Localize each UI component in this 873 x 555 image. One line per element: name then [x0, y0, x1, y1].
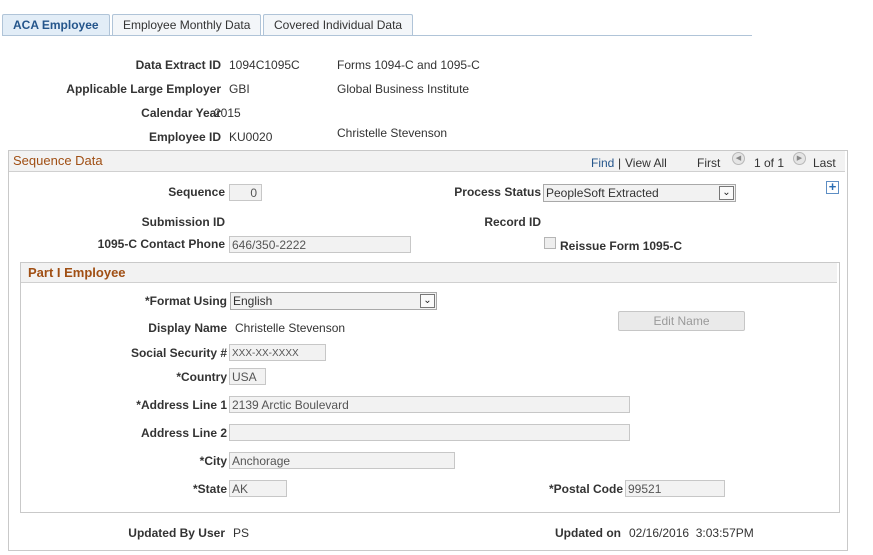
country-label: *Country — [176, 370, 227, 384]
postal-code-input[interactable]: 99521 — [625, 480, 725, 497]
find-link[interactable]: Find — [591, 156, 614, 170]
employee-name: Christelle Stevenson — [337, 126, 448, 140]
address1-input[interactable]: 2139 Arctic Boulevard — [229, 396, 630, 413]
country-input[interactable]: USA — [229, 368, 266, 385]
process-status-value: PeopleSoft Extracted — [546, 186, 659, 200]
tab-covered-individual-data[interactable]: Covered Individual Data — [263, 14, 414, 36]
city-label: *City — [199, 454, 227, 468]
address2-input[interactable] — [229, 424, 630, 441]
postal-code-label: *Postal Code — [548, 482, 623, 496]
ssn-label: Social Security # — [130, 346, 227, 360]
sequence-label: Sequence — [168, 185, 225, 199]
view-all-link[interactable]: View All — [625, 156, 667, 170]
calendar-year-label: Calendar Year — [141, 106, 221, 120]
updated-by-label: Updated By User — [128, 526, 225, 540]
updated-by-value: PS — [233, 526, 250, 540]
ale-description: Global Business Institute — [337, 82, 470, 96]
data-extract-id-value: 1094C1095C — [229, 58, 300, 72]
ssn-input[interactable]: XXX-XX-XXXX — [229, 344, 326, 361]
submission-id-label: Submission ID — [141, 215, 225, 229]
contact-phone-input[interactable]: 646/350-2222 — [229, 236, 411, 253]
arrow-right-icon[interactable]: ▶ — [793, 152, 806, 165]
format-using-select[interactable]: English ⌄ — [230, 292, 437, 310]
address1-label: *Address Line 1 — [136, 398, 227, 412]
employee-id-label: Employee ID — [148, 130, 221, 144]
sequence-input[interactable]: 0 — [229, 184, 262, 201]
chevron-down-icon[interactable]: ⌄ — [719, 186, 734, 200]
sequence-data-title: Sequence Data — [13, 153, 103, 168]
reissue-checkbox[interactable] — [544, 237, 556, 249]
process-status-label: Process Status — [454, 185, 541, 199]
part1-employee-title: Part I Employee — [28, 265, 126, 280]
city-input[interactable]: Anchorage — [229, 452, 455, 469]
tab-aca-employee[interactable]: ACA Employee — [2, 14, 110, 36]
contact-phone-label: 1095-C Contact Phone — [97, 237, 225, 251]
employee-id-value: KU0020 — [229, 130, 273, 144]
data-extract-description: Forms 1094-C and 1095-C — [337, 58, 480, 72]
format-using-label: *Format Using — [144, 294, 227, 308]
process-status-select[interactable]: PeopleSoft Extracted ⌄ — [543, 184, 736, 202]
plus-icon[interactable]: + — [826, 180, 839, 194]
reissue-label: Reissue Form 1095-C — [560, 239, 683, 253]
updated-on-label: Updated on — [555, 526, 621, 540]
part1-employee-header: Part I Employee — [21, 263, 837, 283]
updated-on-value: 02/16/2016 3:03:57PM — [629, 526, 754, 540]
record-id-label: Record ID — [484, 215, 541, 229]
tab-divider — [2, 35, 752, 36]
ale-label: Applicable Large Employer — [66, 82, 221, 96]
state-input[interactable]: AK — [229, 480, 287, 497]
edit-name-button[interactable]: Edit Name — [618, 311, 745, 331]
display-name-value: Christelle Stevenson — [235, 321, 346, 335]
chevron-down-icon[interactable]: ⌄ — [420, 294, 435, 308]
ale-value: GBI — [229, 82, 250, 96]
calendar-year-value: 2015 — [214, 106, 241, 120]
display-name-label: Display Name — [148, 321, 227, 335]
arrow-left-icon[interactable]: ◀ — [732, 152, 745, 165]
data-extract-id-label: Data Extract ID — [135, 58, 221, 72]
tab-employee-monthly-data[interactable]: Employee Monthly Data — [112, 14, 262, 36]
state-label: *State — [192, 482, 227, 496]
nav-separator: | — [618, 156, 622, 170]
row-range: 1 of 1 — [754, 156, 785, 170]
first-link[interactable]: First — [697, 156, 720, 170]
format-using-value: English — [233, 294, 273, 308]
last-link[interactable]: Last — [813, 156, 836, 170]
address2-label: Address Line 2 — [140, 426, 227, 440]
